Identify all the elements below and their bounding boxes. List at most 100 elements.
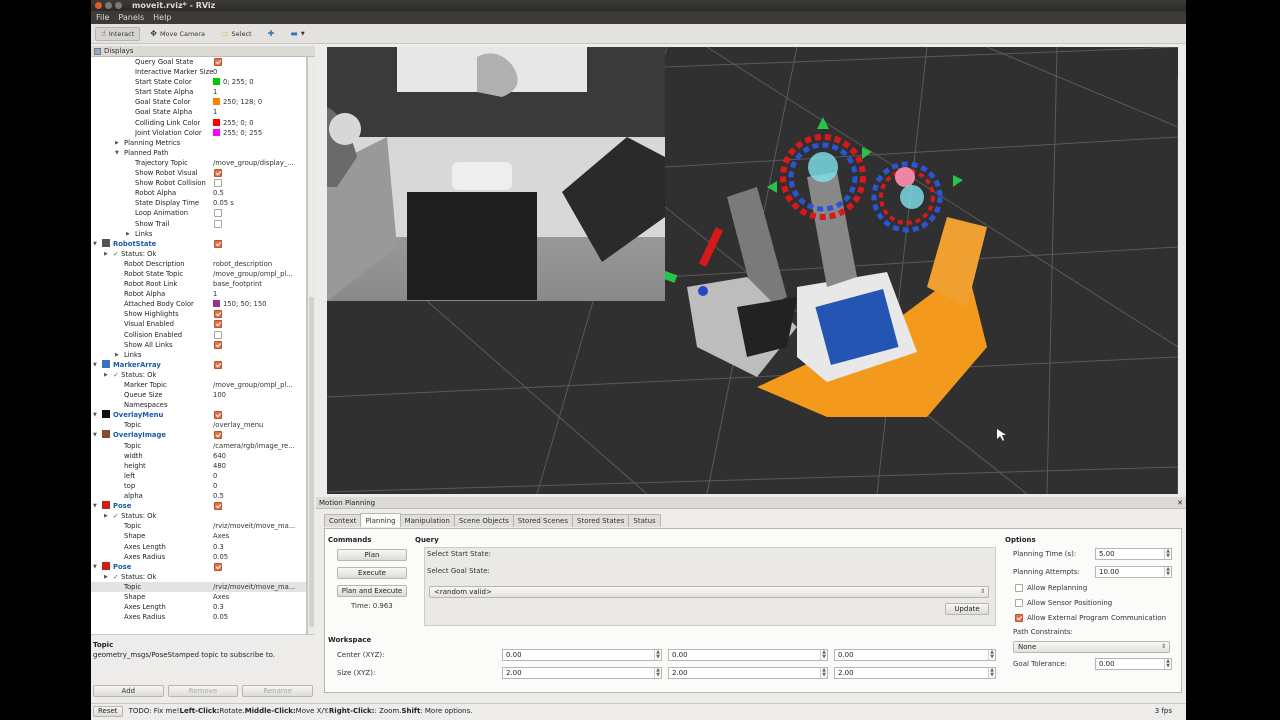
expand-down-icon[interactable]: ▼ [93,360,97,370]
display-row-value[interactable]: 150; 50; 150 [213,299,305,309]
display-row-value[interactable]: /rviz/moveit/move_ma... [213,582,305,592]
spinner-icon[interactable]: ▲ ▼ [820,668,827,678]
display-row-checkbox[interactable] [214,179,222,188]
display-tree-row[interactable]: ▶ ✓ Status: Ok [91,249,306,259]
display-tree-row[interactable]: ▼ OverlayImage [91,430,306,440]
display-row-value[interactable]: 1 [213,107,305,117]
tab-stored-states[interactable]: Stored States [572,514,630,527]
display-row-value[interactable]: /rviz/moveit/move_ma... [213,521,305,531]
display-tree-row[interactable]: Robot Alpha 0.5 [91,188,306,198]
display-tree-row[interactable]: Goal State Color 250; 128; 0 [91,97,306,107]
displays-scroll-thumb[interactable] [309,297,314,627]
display-tree-row[interactable]: Start State Alpha 1 [91,87,306,97]
close-panel-icon[interactable]: ✕ [1177,499,1183,507]
spinner-icon[interactable]: ▲ ▼ [988,650,995,660]
display-row-value[interactable]: 100 [213,390,305,400]
path-constraints-select[interactable]: None ⇕ [1013,641,1170,653]
display-tree-row[interactable]: Trajectory Topic/move_group/display_... [91,158,306,168]
display-row-checkbox[interactable] [214,209,222,218]
display-tree-row[interactable]: Show All Links [91,340,306,350]
display-row-value[interactable]: /move_group/ompl_pl... [213,269,305,279]
display-row-checkbox[interactable] [214,502,222,511]
display-row-checkbox[interactable] [214,320,222,329]
goal-tolerance-field[interactable]: 0.00 ▲ ▼ [1095,658,1172,670]
display-row-value[interactable]: 0 [213,481,305,491]
display-row-value[interactable]: 250; 128; 0 [213,97,305,107]
planning-attempts-field[interactable]: 10.00 ▲ ▼ [1095,566,1172,578]
display-tree-row[interactable]: ▶ ✓ Status: Ok [91,572,306,582]
display-row-value[interactable]: 0 [213,471,305,481]
tab-manipulation[interactable]: Manipulation [399,514,455,527]
display-tree-row[interactable]: ▼ Pose [91,501,306,511]
display-tree-row[interactable]: Robot Root Link base_footprint [91,279,306,289]
display-row-value[interactable]: 0.5 [213,188,305,198]
display-row-checkbox[interactable] [214,330,222,339]
display-tree-row[interactable]: ▶ Planning Metrics [91,138,306,148]
display-row-value[interactable]: Axes [213,592,305,602]
display-row-checkbox[interactable] [214,239,222,248]
plan-button[interactable]: Plan [337,549,407,561]
spinner-icon[interactable]: ▲ ▼ [1164,549,1171,559]
display-tree-row[interactable]: Visual Enabled [91,319,306,329]
display-row-value[interactable]: 1 [213,289,305,299]
minimize-window-button[interactable] [105,2,112,9]
center-z-field[interactable]: 0.00 ▲ ▼ [834,649,996,661]
display-tree-row[interactable]: Marker Topic/move_group/ompl_pl... [91,380,306,390]
display-tree-row[interactable]: Shape Axes [91,531,306,541]
display-tree-row[interactable]: Topic/rviz/moveit/move_ma... [91,521,306,531]
displays-scrollbar[interactable] [307,57,315,634]
display-row-checkbox[interactable] [214,310,222,319]
spinner-icon[interactable]: ▲ ▼ [1164,659,1171,669]
remove-tool-button[interactable]: ▬ ▼ [284,27,310,41]
display-tree-row[interactable]: Robot State Topic/move_group/ompl_pl... [91,269,306,279]
goal-state-select[interactable]: <random valid> ⇕ [429,586,989,598]
display-row-value[interactable]: 0.05 s [213,198,305,208]
expand-right-icon[interactable]: ▶ [115,350,119,360]
display-row-checkbox[interactable] [214,219,222,228]
display-row-value[interactable]: 255; 0; 255 [213,128,305,138]
display-tree-row[interactable]: Axes Length 0.3 [91,602,306,612]
display-row-value[interactable]: robot_description [213,259,305,269]
display-row-value[interactable]: 0.3 [213,542,305,552]
select-tool-button[interactable]: ▭ Select [215,27,258,41]
size-y-field[interactable]: 2.00 ▲ ▼ [668,667,828,679]
display-tree-row[interactable]: Colliding Link Color 255; 0; 0 [91,118,306,128]
display-row-checkbox[interactable] [214,562,222,571]
display-row-value[interactable]: /overlay_menu [213,420,305,430]
display-tree-row[interactable]: ▼ Planned Path [91,148,306,158]
expand-right-icon[interactable]: ▶ [115,138,119,148]
spinner-icon[interactable]: ▲ ▼ [820,650,827,660]
rename-display-button[interactable]: Rename [242,685,314,697]
display-tree-row[interactable]: Queue Size 100 [91,390,306,400]
expand-right-icon[interactable]: ▶ [104,370,108,380]
display-row-checkbox[interactable] [214,58,222,66]
display-tree-row[interactable]: Show Robot Collision [91,178,306,188]
display-tree-row[interactable]: Show Trail [91,219,306,229]
display-tree-row[interactable]: top 0 [91,481,306,491]
display-tree-row[interactable]: ▼ OverlayMenu [91,410,306,420]
display-row-checkbox[interactable] [214,431,222,440]
display-tree-row[interactable]: Shape Axes [91,592,306,602]
display-tree-row[interactable]: Interactive Marker Size 0 [91,67,306,77]
display-tree-row[interactable]: Robot Description robot_description [91,259,306,269]
display-tree-row[interactable]: ▶ ✓ Status: Ok [91,511,306,521]
display-tree-row[interactable]: Collision Enabled [91,330,306,340]
menu-file[interactable]: File [96,13,109,22]
add-display-button[interactable]: Add [93,685,164,697]
display-tree-row[interactable]: ▶ ✓ Status: Ok [91,370,306,380]
spinner-icon[interactable]: ▲ ▼ [1164,567,1171,577]
display-tree-row[interactable]: alpha 0.5 [91,491,306,501]
expand-down-icon[interactable]: ▼ [115,148,119,158]
display-tree-row[interactable]: ▶ Links [91,229,306,239]
display-row-checkbox[interactable] [214,169,222,178]
display-row-value[interactable]: 0.3 [213,602,305,612]
display-tree-row[interactable]: left 0 [91,471,306,481]
spinner-icon[interactable]: ▲ ▼ [988,668,995,678]
display-tree-row[interactable]: Start State Color 0; 255; 0 [91,77,306,87]
display-tree-row[interactable]: ▶ Links [91,350,306,360]
expand-down-icon[interactable]: ▼ [93,562,97,572]
expand-right-icon[interactable]: ▶ [126,229,130,239]
display-row-value[interactable]: base_footprint [213,279,305,289]
reset-button[interactable]: Reset [93,705,123,717]
display-tree-row[interactable]: Axes Length 0.3 [91,542,306,552]
